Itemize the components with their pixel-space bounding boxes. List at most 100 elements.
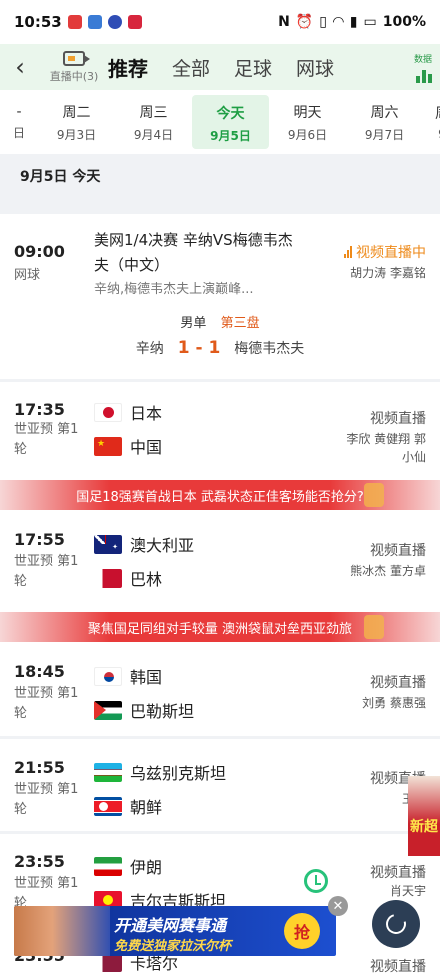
alarm-status-icon: ⏰ <box>295 14 314 30</box>
close-icon[interactable]: ✕ <box>328 896 348 916</box>
date-item-selected[interactable]: 今天 9月5日 <box>192 95 269 149</box>
wifi-icon: ◠ <box>333 14 344 30</box>
app-notification-icon <box>87 15 102 29</box>
date-selector: -日 周二 9月3日 周三 9月4日 今天 9月5日 明天 9月6日 周六 9月… <box>0 90 440 154</box>
broadcast-type: 视频直播 <box>370 672 426 692</box>
team-name: 巴林 <box>130 570 163 589</box>
app-notification-icon <box>127 15 142 29</box>
broadcast-label: 视频直播 <box>370 959 426 975</box>
tab-tennis[interactable]: 网球 <box>296 54 334 81</box>
tournament-emblem-icon <box>364 615 384 639</box>
match-sport: 世亚预 第1轮 <box>14 422 79 457</box>
match-subtitle: 辛纳,梅德韦杰夫上演巅峰... <box>94 282 254 297</box>
score: 1 - 1 <box>177 338 221 358</box>
player-home: 辛纳 <box>135 341 164 357</box>
ad-banner[interactable]: 开通美网赛事通 免费送独家拉沃尔杯 抢 <box>14 906 336 956</box>
palestine-flag-icon <box>94 700 122 720</box>
team-name: 朝鲜 <box>130 798 163 817</box>
event-label: 男单 <box>180 316 207 331</box>
date-partial-left[interactable]: -日 <box>0 104 38 141</box>
tab-recommended[interactable]: 推荐 <box>108 53 148 82</box>
vibrate-icon: ▯ <box>319 14 327 30</box>
day-header: 9月5日 今天 <box>0 154 440 196</box>
date-day: 9月6日 <box>287 127 328 142</box>
battery-icon: ▭ <box>363 14 377 30</box>
match-time: 17:35 <box>14 400 65 419</box>
match-time: 18:45 <box>14 662 65 681</box>
alarm-clock-icon[interactable] <box>304 869 328 893</box>
team-away: 巴林 <box>94 566 162 590</box>
match-time: 23:55 <box>14 852 65 871</box>
ad-headline: 开通美网赛事通 <box>114 916 227 935</box>
tab-football[interactable]: 足球 <box>234 54 272 81</box>
team-home: 伊朗 <box>94 854 162 878</box>
team-away: 朝鲜 <box>94 794 162 818</box>
commentators: 肖天宇 <box>389 884 426 898</box>
broadcast-type: 视频直播 <box>370 862 426 882</box>
ad-grab-button[interactable]: 抢 <box>284 913 320 949</box>
promo-banner[interactable]: 国足18强赛首战日本 武磊状态正佳客场能否抢分? <box>0 480 440 510</box>
match-time: 09:00 <box>14 242 65 261</box>
team-name: 韩国 <box>130 668 163 687</box>
match-sport: 世亚预 第1轮 <box>14 782 79 817</box>
live-status-badge[interactable]: 视频直播中 <box>344 242 426 262</box>
ad-players-image <box>14 906 110 956</box>
date-day: 9月3日 <box>56 127 97 142</box>
status-bar: 10:53 N ⏰ ▯ ◠ ▮ ▭ 100% <box>0 0 440 44</box>
live-now-button[interactable]: 直播中(3) <box>44 50 104 84</box>
set-label: 第三盘 <box>220 316 260 331</box>
date-weekday: 周六 <box>370 104 399 121</box>
team-home: 日本 <box>94 400 162 424</box>
australia-flag-icon: ✦ <box>94 534 122 554</box>
promo-banner[interactable]: 聚焦国足同组对手较量 澳洲袋鼠对垒西亚劲旅 <box>0 612 440 642</box>
iran-flag-icon <box>94 856 122 876</box>
date-weekday: 周二 <box>62 104 91 121</box>
commentators: 刘勇 蔡惠强 <box>362 696 426 710</box>
app-notification-icon <box>107 15 122 29</box>
team-away: 巴勒斯坦 <box>94 698 194 722</box>
date-item[interactable]: 周六 9月7日 <box>346 102 423 143</box>
scoreline: 辛纳 1 - 1 梅德韦杰夫 <box>0 338 440 358</box>
live-signal-icon <box>344 246 352 258</box>
refresh-button[interactable] <box>372 900 420 948</box>
date-item[interactable]: 周三 9月4日 <box>115 102 192 143</box>
team-name: 伊朗 <box>130 858 163 877</box>
match-sport: 世亚预 第1轮 <box>14 554 79 589</box>
top-navigation: ‹ 直播中(3) 推荐 全部 足球 网球 数据 <box>0 44 440 90</box>
side-promo-image[interactable]: 新超 <box>408 776 440 856</box>
team-name: 中国 <box>130 438 163 457</box>
broadcast-type: 视频直播 <box>370 956 426 976</box>
promo-banner-text: 聚焦国足同组对手较量 澳洲袋鼠对垒西亚劲旅 <box>87 621 353 637</box>
category-tabs: 推荐 全部 足球 网球 <box>108 53 358 82</box>
commentators: 李欣 黄健翔 郭小仙 <box>346 432 426 464</box>
china-flag-icon: ★ <box>94 436 122 456</box>
date-item[interactable]: 明天 9月6日 <box>269 102 346 143</box>
match-sport: 网球 <box>14 268 41 283</box>
japan-flag-icon <box>94 402 122 422</box>
commentators: 胡力涛 李嘉铭 <box>350 266 426 280</box>
bar-chart-icon <box>416 67 432 83</box>
team-home: 韩国 <box>94 664 162 688</box>
team-away: ★ 中国 <box>94 434 162 458</box>
back-arrow-icon[interactable]: ‹ <box>0 53 40 81</box>
nfc-icon: N <box>278 14 290 30</box>
spacer <box>0 196 440 214</box>
ad-subline: 免费送独家拉沃尔杯 <box>114 939 232 954</box>
korea-flag-icon <box>94 666 122 686</box>
tab-all[interactable]: 全部 <box>172 54 210 81</box>
date-item[interactable]: 周二 9月3日 <box>38 102 115 143</box>
match-time: 17:55 <box>14 530 65 549</box>
live-now-label: 直播中(3) <box>49 69 99 83</box>
match-title: 美网1/4决赛 辛纳VS梅德韦杰夫（中文） <box>94 231 293 274</box>
bahrain-flag-icon <box>94 568 122 588</box>
side-promo-text: 新超 <box>410 819 438 835</box>
broadcast-label: 视频直播 <box>370 411 426 427</box>
broadcast-label: 视频直播 <box>370 675 426 691</box>
date-partial-right[interactable]: 周9 <box>423 103 440 141</box>
date-weekday: 今天 <box>216 106 245 122</box>
dprk-flag-icon <box>94 796 122 816</box>
broadcast-label: 视频直播 <box>370 865 426 881</box>
data-button[interactable]: 数据 <box>414 52 432 83</box>
refresh-icon <box>382 910 410 938</box>
broadcast-type: 视频直播 <box>370 540 426 560</box>
